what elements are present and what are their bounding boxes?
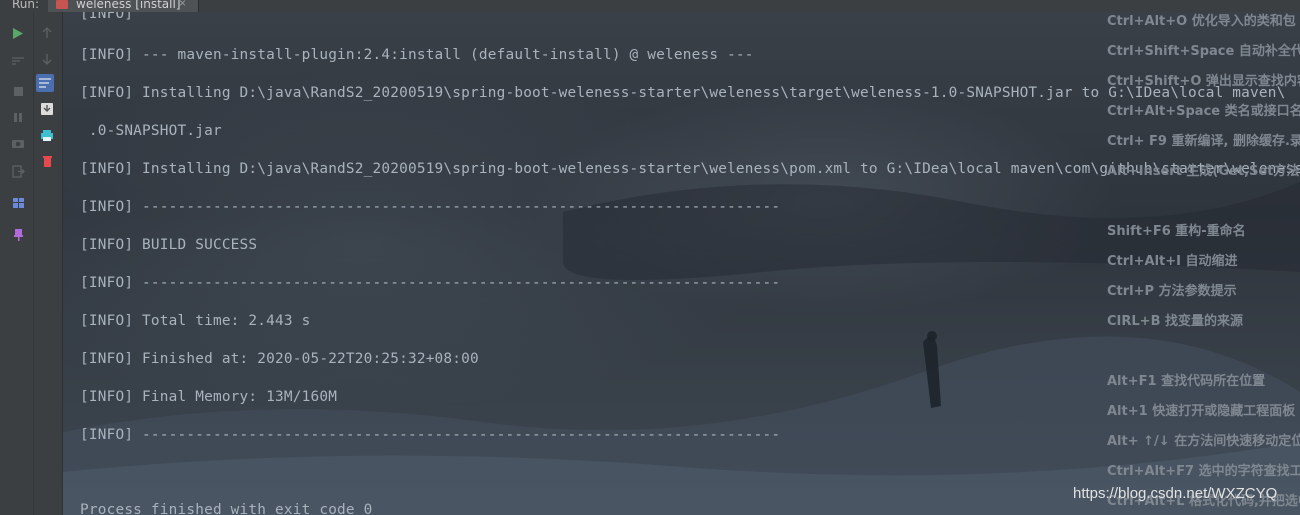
console-line: [INFO] Finished at: 2020-05-22T20:25:32+…	[80, 351, 479, 367]
shortcut-hint: Ctrl+Shift+Space 自动补全代码	[1107, 44, 1300, 59]
shortcut-hint: Ctrl+ F9 重新编译, 删除缓存.录	[1107, 134, 1300, 149]
console-line: .0-SNAPSHOT.jar	[80, 123, 222, 139]
console-line: [INFO] --- maven-install-plugin:2.4:inst…	[80, 47, 754, 63]
maven-icon	[56, 0, 68, 9]
run-tab-weleness-install[interactable]: weleness [install] ×	[48, 0, 199, 12]
toolbar-divider	[33, 12, 34, 515]
shortcut-hint: Ctrl+Alt+F7 选中的字符查找工程	[1107, 464, 1300, 479]
camera-icon[interactable]	[9, 134, 27, 152]
import-icon[interactable]	[38, 100, 56, 118]
console-line: [INFO]	[80, 12, 134, 22]
stop-icon[interactable]	[9, 82, 27, 100]
console-line: [INFO] Final Memory: 13M/160M	[80, 389, 338, 405]
shortcut-hint: Ctrl+Shift+O 弹出显示查找内容	[1107, 74, 1300, 89]
console-line: [INFO] ---------------------------------…	[80, 275, 781, 291]
console-line: [INFO] Installing D:\java\RandS2_2020051…	[80, 85, 1286, 101]
csdn-watermark: https://blog.csdn.net/WXZCYQ	[1073, 485, 1278, 502]
soft-wrap-icon[interactable]	[9, 52, 27, 70]
scroll-up-icon[interactable]	[38, 24, 56, 42]
print-icon[interactable]	[38, 126, 56, 144]
console-output[interactable]: [INFO] [INFO] --- maven-install-plugin:2…	[63, 12, 1300, 515]
console-line: [INFO] BUILD SUCCESS	[80, 237, 258, 253]
delete-icon[interactable]	[38, 152, 56, 170]
shortcut-hint: Alt+F1 查找代码所在位置	[1107, 374, 1266, 389]
console-line: [INFO] ---------------------------------…	[80, 427, 781, 443]
run-icon[interactable]	[9, 24, 27, 42]
run-toolbar	[0, 12, 63, 515]
shortcut-hint: Alt+Insert 生成(Get,Set方法)	[1107, 164, 1300, 179]
shortcut-hint: Ctrl+Alt+Space 类名或接口名提示	[1107, 104, 1300, 119]
layout-icon[interactable]	[9, 194, 27, 212]
shortcut-hint: Alt+1 快速打开或隐藏工程面板	[1107, 404, 1296, 419]
pause-icon[interactable]	[9, 108, 27, 126]
run-tool-header: Run: weleness [install] ×	[0, 0, 1300, 12]
close-tab-icon[interactable]: ×	[179, 0, 186, 10]
shortcut-hint: Ctrl+Alt+I 自动缩进	[1107, 254, 1238, 269]
shortcut-hint: Alt+ ↑/↓ 在方法间快速移动定位	[1107, 434, 1300, 449]
exit-icon[interactable]	[9, 162, 27, 180]
console-line: Process finished with exit code 0	[80, 502, 373, 515]
shortcut-hint: Shift+F6 重构-重命名	[1107, 224, 1246, 239]
shortcut-hint: CIRL+B 找变量的来源	[1107, 314, 1243, 329]
scroll-to-end-icon[interactable]	[36, 74, 54, 92]
console-line: [INFO] ---------------------------------…	[80, 199, 781, 215]
scroll-down-icon[interactable]	[38, 50, 56, 68]
tab-title: weleness [install]	[76, 0, 181, 11]
pin-icon[interactable]	[9, 226, 27, 244]
shortcut-hint: Ctrl+P 方法参数提示	[1107, 284, 1237, 299]
console-line: [INFO] Total time: 2.443 s	[80, 313, 311, 329]
shortcut-hint: Ctrl+Alt+O 优化导入的类和包	[1107, 14, 1296, 29]
run-label: Run:	[12, 0, 40, 11]
